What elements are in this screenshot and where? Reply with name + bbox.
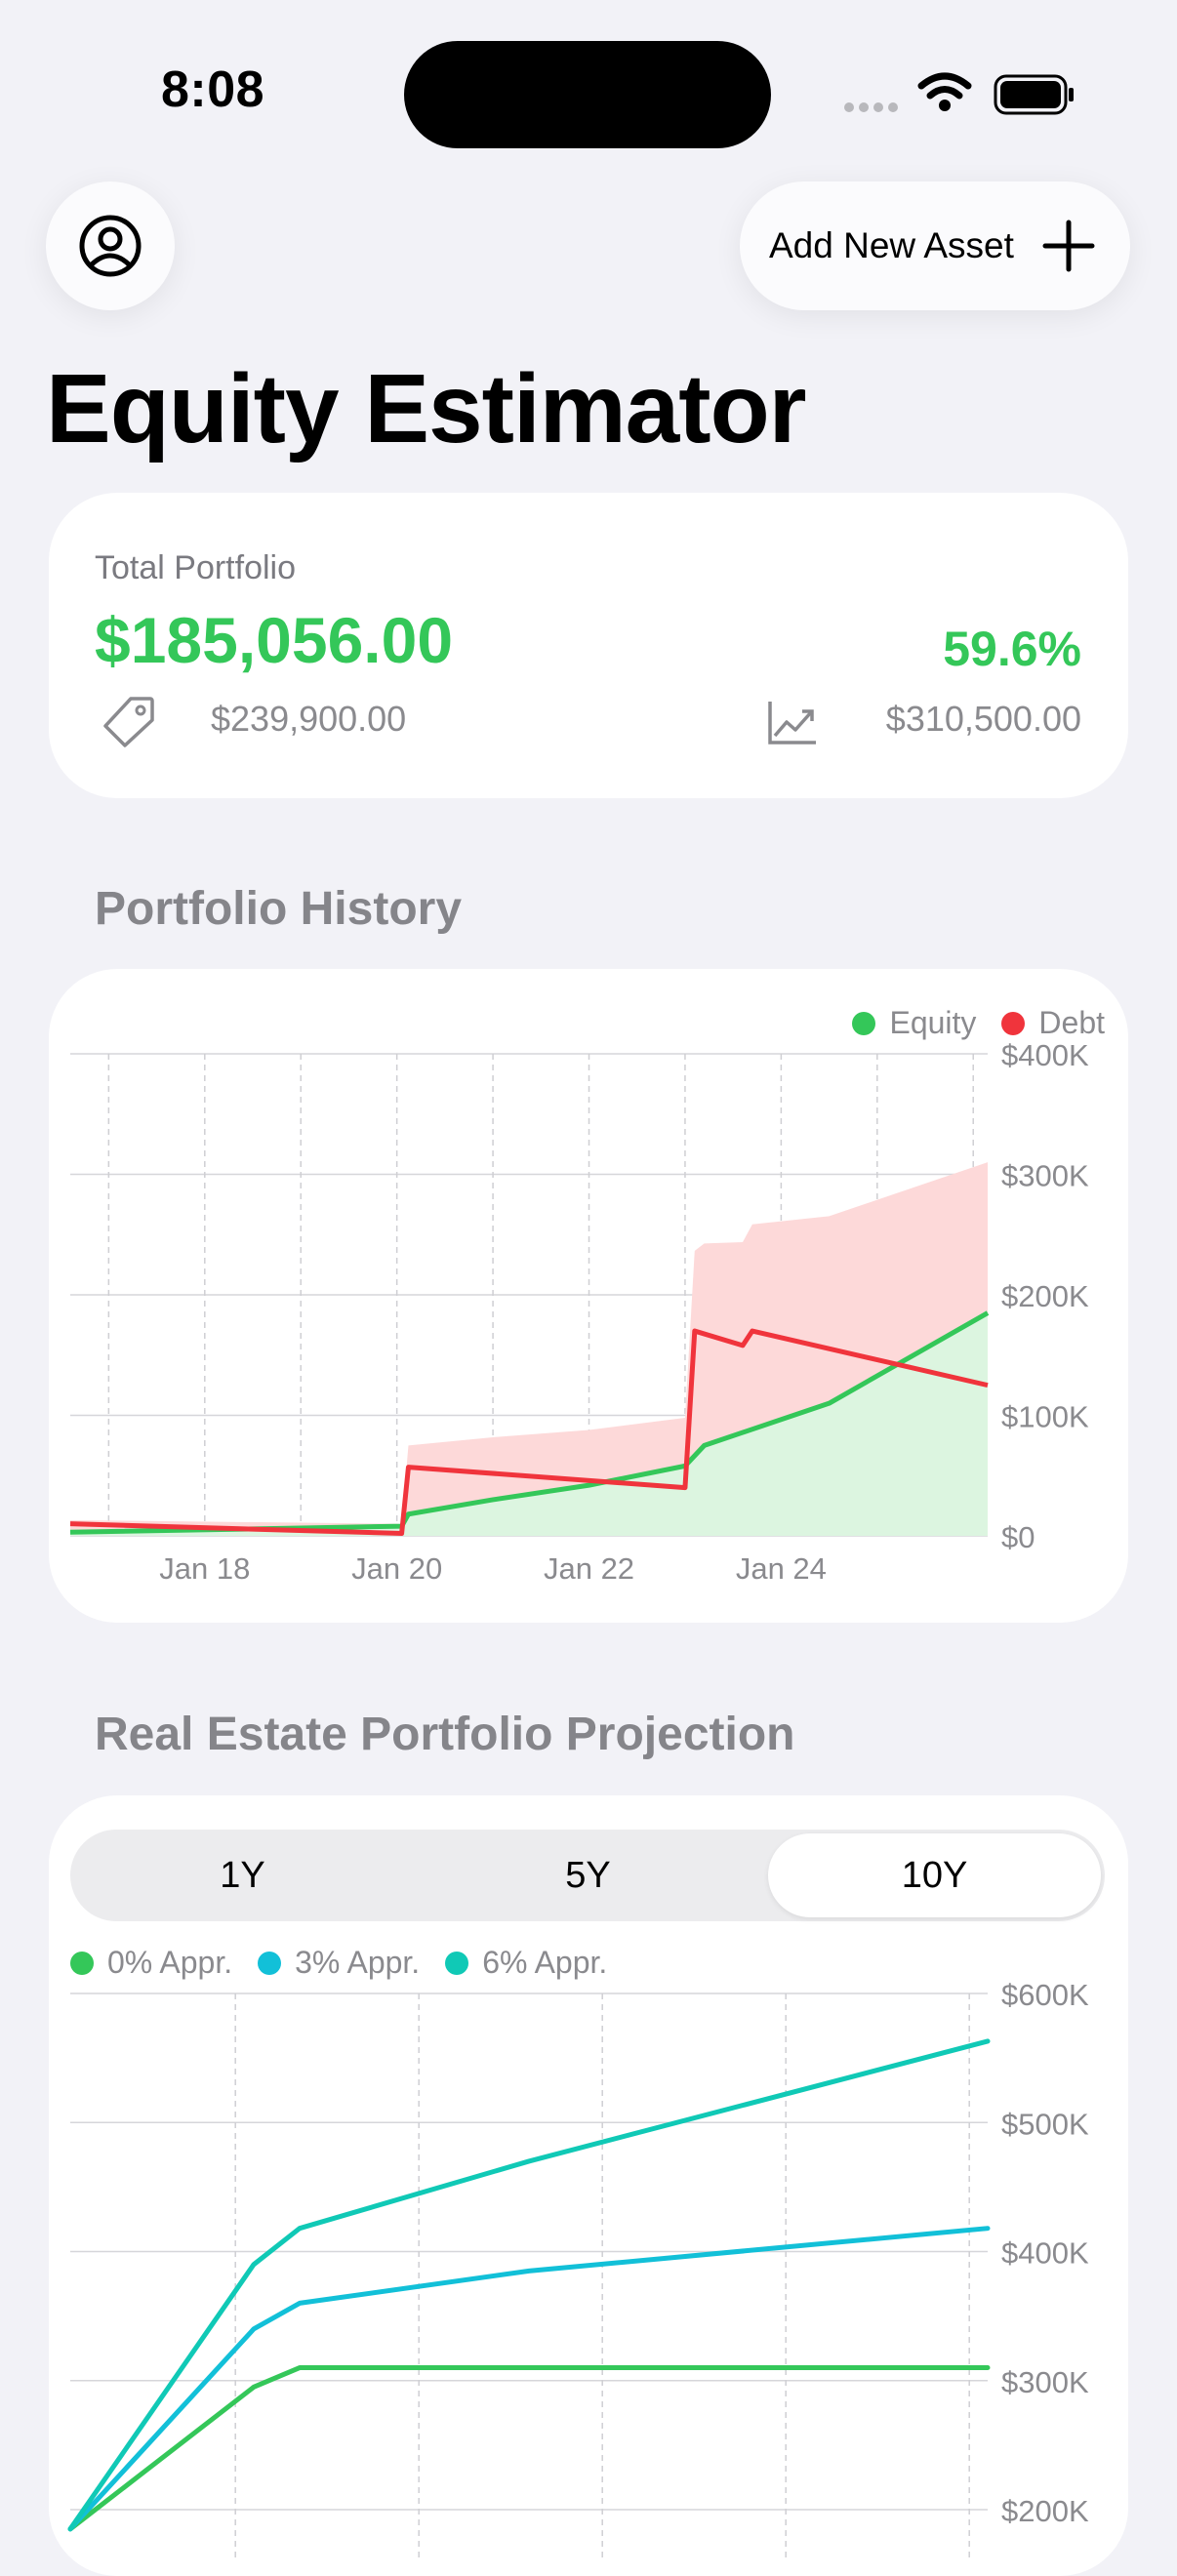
appr-6-line bbox=[67, 2038, 991, 2532]
projection-y-tick-label: $300K bbox=[1001, 2365, 1089, 2399]
projection-y-tick-label: $200K bbox=[1001, 2494, 1089, 2528]
appr-3-line bbox=[67, 2226, 991, 2532]
projection-y-tick-label: $400K bbox=[1001, 2236, 1089, 2271]
projection-y-tick-label: $600K bbox=[1001, 1978, 1089, 2012]
appr-0-line bbox=[67, 2365, 991, 2532]
projection-chart: $600K $500K $400K $300K $200K bbox=[67, 1978, 1089, 2558]
projection-y-tick-label: $500K bbox=[1001, 2107, 1089, 2141]
